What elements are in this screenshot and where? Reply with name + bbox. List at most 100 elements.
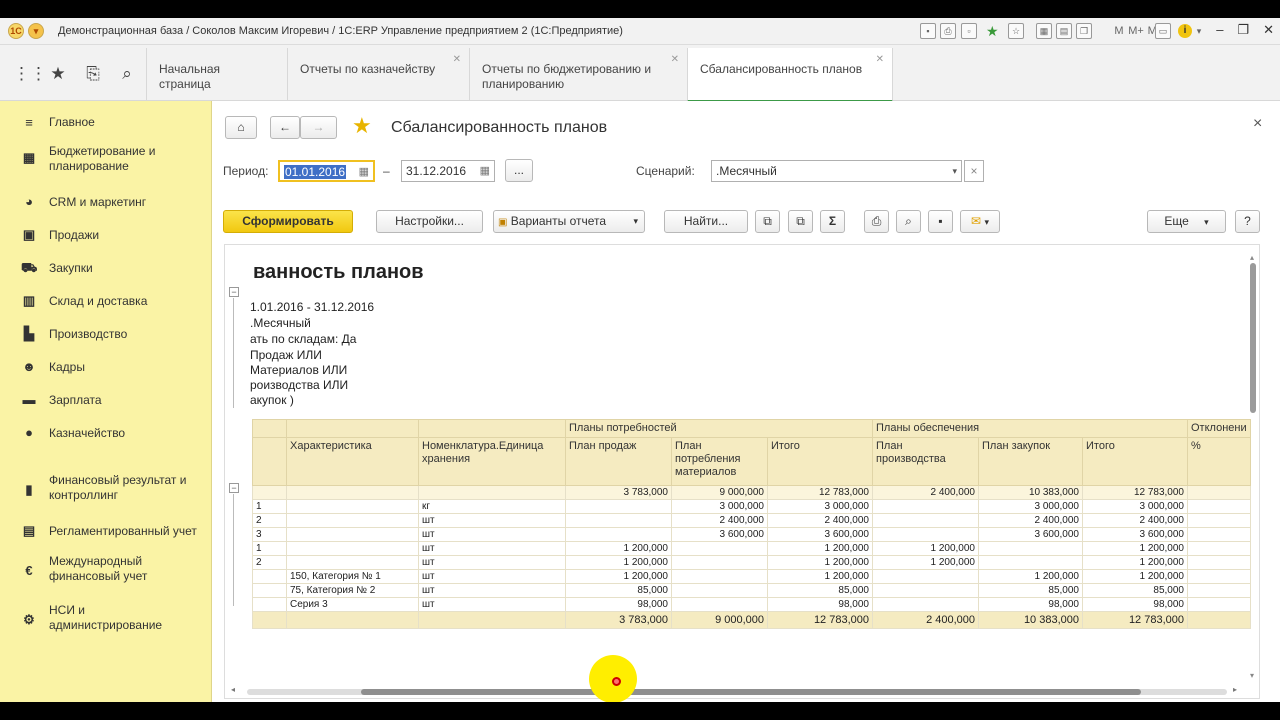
vertical-scrollbar[interactable]: ▴ ▾ xyxy=(1249,253,1257,683)
sidebar-item-regulated-accounting[interactable]: ▤ Регламентированный учет xyxy=(0,521,212,553)
close-icon[interactable]: ✕ xyxy=(671,52,679,67)
period-select-button[interactable]: ... xyxy=(505,159,533,182)
preview-button[interactable]: ⌕ xyxy=(896,210,921,233)
calendar-icon[interactable]: ▦ xyxy=(359,162,369,182)
scroll-up-icon[interactable]: ▴ xyxy=(1250,253,1254,262)
m-plus-button[interactable]: M+ xyxy=(1128,23,1144,39)
dropdown-arrow-icon[interactable]: ▾ xyxy=(952,161,957,181)
table-cell: 85,000 xyxy=(1082,583,1188,598)
window-mode-icon[interactable]: ▭ xyxy=(1155,23,1171,39)
ledger-icon: ▤ xyxy=(22,523,36,538)
table-row[interactable]: 2 шт 1 200,000 1 200,000 1 200,000 1 200,000 xyxy=(252,555,1251,570)
close-window-icon[interactable]: ✕ xyxy=(1263,22,1274,38)
scenario-field[interactable]: .Месячный ▾ xyxy=(711,160,962,182)
date-from-field[interactable]: 01.01.2016 ▦ xyxy=(278,160,375,182)
sidebar-item-warehouse[interactable]: ▥ Склад и доставка xyxy=(0,291,212,323)
m-button[interactable]: M xyxy=(1112,23,1126,39)
table-row[interactable]: 1 кг 3 000,000 3 000,000 3 000,000 3 000,000 xyxy=(252,499,1251,514)
clear-scenario-button[interactable]: × xyxy=(964,160,984,182)
tab-plan-balance[interactable]: Сбалансированность планов ✕ xyxy=(687,48,893,102)
table-cell: 2 xyxy=(252,513,287,528)
minimize-icon[interactable]: – xyxy=(1216,22,1223,38)
sidebar-item-sales[interactable]: ▣ Продажи xyxy=(0,225,212,257)
star-add-icon[interactable]: ★ xyxy=(986,23,999,39)
forward-button[interactable]: → xyxy=(300,116,337,139)
save-icon[interactable]: ▪ xyxy=(920,23,936,39)
table-row[interactable]: 3 783,000 9 000,000 12 783,000 2 400,000 10 … xyxy=(252,485,1251,500)
collapse-rows-icon[interactable]: − xyxy=(229,483,239,493)
calendar-icon[interactable]: ▦ xyxy=(480,161,490,181)
table-row[interactable]: 75, Категория № 2 шт 85,000 85,000 85,000 85,… xyxy=(252,583,1251,598)
calculator-icon[interactable]: ▦ xyxy=(1036,23,1052,39)
print-button[interactable]: ⎙ xyxy=(864,210,889,233)
search-icon[interactable]: ⌕ xyxy=(117,65,137,83)
sidebar-item-purchases[interactable]: ⛟ Закупки xyxy=(0,258,212,290)
app-logo-icon[interactable]: 1C xyxy=(8,23,24,39)
sidebar-item-production[interactable]: ▙ Производство xyxy=(0,324,212,356)
table-cell xyxy=(1187,583,1251,598)
collapse-params-icon[interactable]: − xyxy=(229,287,239,297)
horizontal-scrollbar[interactable]: ◂ ▸ xyxy=(221,685,1243,696)
scroll-right-icon[interactable]: ▸ xyxy=(1233,685,1237,694)
save-button[interactable]: ▪ xyxy=(928,210,953,233)
info-icon[interactable]: i xyxy=(1178,24,1192,38)
tab-treasury-reports[interactable]: Отчеты по казначейству ✕ xyxy=(287,48,469,101)
sidebar-item-salary[interactable]: ▬ Зарплата xyxy=(0,390,212,422)
sidebar-item-financial-result[interactable]: ▮ Финансовый результат и контроллинг xyxy=(0,473,212,507)
table-row[interactable]: 2 шт 2 400,000 2 400,000 2 400,000 2 400,000 xyxy=(252,513,1251,528)
generate-button[interactable]: Сформировать xyxy=(223,210,353,233)
table-cell: 1 200,000 xyxy=(565,541,672,556)
calendar-icon[interactable]: ▤ xyxy=(1056,23,1072,39)
close-form-button[interactable]: × xyxy=(1253,115,1262,133)
sidebar-item-treasury[interactable]: ● Казначейство xyxy=(0,423,212,455)
sum-button[interactable]: Σ xyxy=(820,210,845,233)
close-icon[interactable]: ✕ xyxy=(876,52,884,67)
expand-icon: ⧉ xyxy=(763,214,772,228)
column-group-header: Отклонени xyxy=(1187,419,1251,438)
scrollbar-thumb[interactable] xyxy=(361,689,1141,695)
expand-groups-button[interactable]: ⧉ xyxy=(755,210,780,233)
print-icon[interactable]: ⎙ xyxy=(940,23,956,39)
scroll-down-icon[interactable]: ▾ xyxy=(1250,671,1254,680)
close-icon[interactable]: ✕ xyxy=(453,52,461,67)
sidebar-item-crm[interactable]: ◕ CRM и маркетинг xyxy=(0,192,212,224)
scrollbar-thumb[interactable] xyxy=(1250,263,1256,413)
sidebar-item-hr[interactable]: ☻ Кадры xyxy=(0,357,212,389)
history-icon[interactable]: ⎘ xyxy=(83,65,103,83)
info-dropdown-icon[interactable]: ▾ xyxy=(1194,23,1204,39)
table-row[interactable]: 3 шт 3 600,000 3 600,000 3 600,000 3 600,000 xyxy=(252,527,1251,542)
send-button[interactable]: ✉ ▾ xyxy=(960,210,1000,233)
table-row[interactable]: 1 шт 1 200,000 1 200,000 1 200,000 1 200,000 xyxy=(252,541,1251,556)
table-cell: 2 400,000 xyxy=(978,513,1083,528)
favorites-icon[interactable]: ☆ xyxy=(1008,23,1024,39)
favorites-star-icon[interactable]: ★ xyxy=(48,65,68,83)
main-menu-icon[interactable]: ▾ xyxy=(28,23,44,39)
home-button[interactable]: ⌂ xyxy=(225,116,257,139)
preview-icon[interactable]: ▫ xyxy=(961,23,977,39)
find-button[interactable]: Найти... xyxy=(664,210,748,233)
sidebar-item-main[interactable]: ≡ Главное xyxy=(0,111,212,143)
favorite-star-icon[interactable]: ★ xyxy=(352,113,372,139)
tab-budget-reports[interactable]: Отчеты по бюджетированию и планированию … xyxy=(469,48,687,101)
sidebar-item-international-accounting[interactable]: € Международный финансовый учет xyxy=(0,554,212,588)
more-button[interactable]: Еще ▾ xyxy=(1147,210,1226,233)
help-button[interactable]: ? xyxy=(1235,210,1260,233)
sidebar-item-nsi-admin[interactable]: ⚙ НСИ и администрирование xyxy=(0,603,212,637)
table-cell xyxy=(1187,597,1251,612)
scroll-left-icon[interactable]: ◂ xyxy=(231,685,235,694)
table-cell: 12 783,000 xyxy=(767,485,873,500)
table-row[interactable]: Серия 3 шт 98,000 98,000 98,000 98,000 xyxy=(252,597,1251,612)
collapse-groups-button[interactable]: ⧉ xyxy=(788,210,813,233)
restore-icon[interactable]: ❐ xyxy=(1237,22,1249,38)
report-variants-button[interactable]: ▣ Варианты отчета ▾ xyxy=(493,210,645,233)
apps-grid-icon[interactable]: ⋮⋮ xyxy=(13,65,47,83)
copy-icon[interactable]: ❐ xyxy=(1076,23,1092,39)
sidebar-item-budgeting[interactable]: ▦ Бюджетирование и планирование xyxy=(0,144,212,180)
table-row[interactable]: 150, Категория № 1 шт 1 200,000 1 200,000 1 … xyxy=(252,569,1251,584)
column-group-header: Планы обеспечения xyxy=(872,419,1188,438)
report-area[interactable]: ванность планов − 1.01.2016 - 31.12.2016… xyxy=(224,244,1260,699)
date-to-field[interactable]: 31.12.2016 ▦ xyxy=(401,160,495,182)
tab-home[interactable]: Начальная страница xyxy=(146,48,287,101)
back-button[interactable]: ← xyxy=(270,116,300,139)
settings-button[interactable]: Настройки... xyxy=(376,210,483,233)
